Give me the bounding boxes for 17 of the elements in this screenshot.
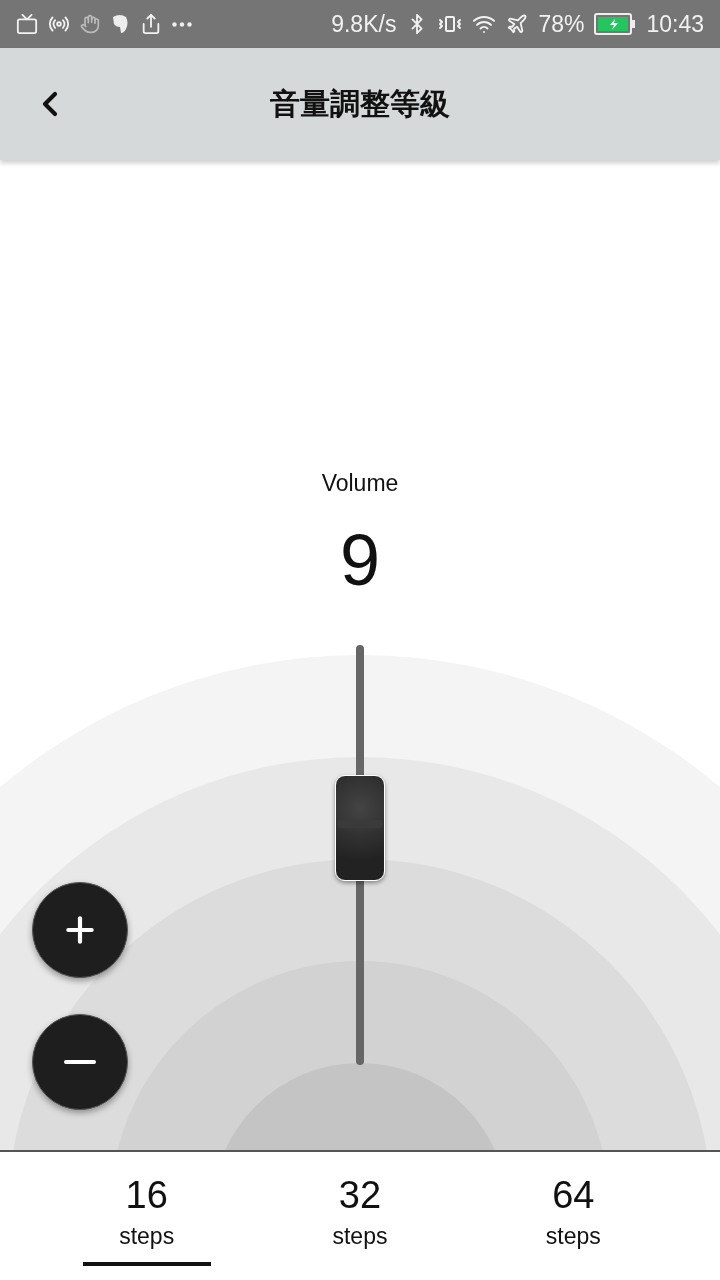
- battery-percent: 78%: [538, 10, 585, 38]
- clock: 10:43: [646, 10, 704, 38]
- steps-tab[interactable]: 16 steps: [82, 1152, 211, 1266]
- page-title: 音量調整等級: [270, 85, 450, 122]
- volume-label: Volume: [321, 470, 399, 497]
- slider-thumb[interactable]: [335, 774, 385, 881]
- steps-tab[interactable]: 32 steps: [296, 1152, 424, 1266]
- airplane-icon: [506, 13, 529, 35]
- steps-tab[interactable]: 64 steps: [509, 1152, 638, 1266]
- network-speed: 9.8K/s: [331, 10, 397, 38]
- tv-icon: [16, 13, 38, 35]
- battery-icon: [594, 13, 637, 35]
- more-icon: [172, 21, 192, 27]
- volume-value: 9: [339, 519, 380, 601]
- hand-icon: [80, 14, 100, 34]
- share-icon: [140, 13, 162, 35]
- minus-icon: [64, 1060, 96, 1064]
